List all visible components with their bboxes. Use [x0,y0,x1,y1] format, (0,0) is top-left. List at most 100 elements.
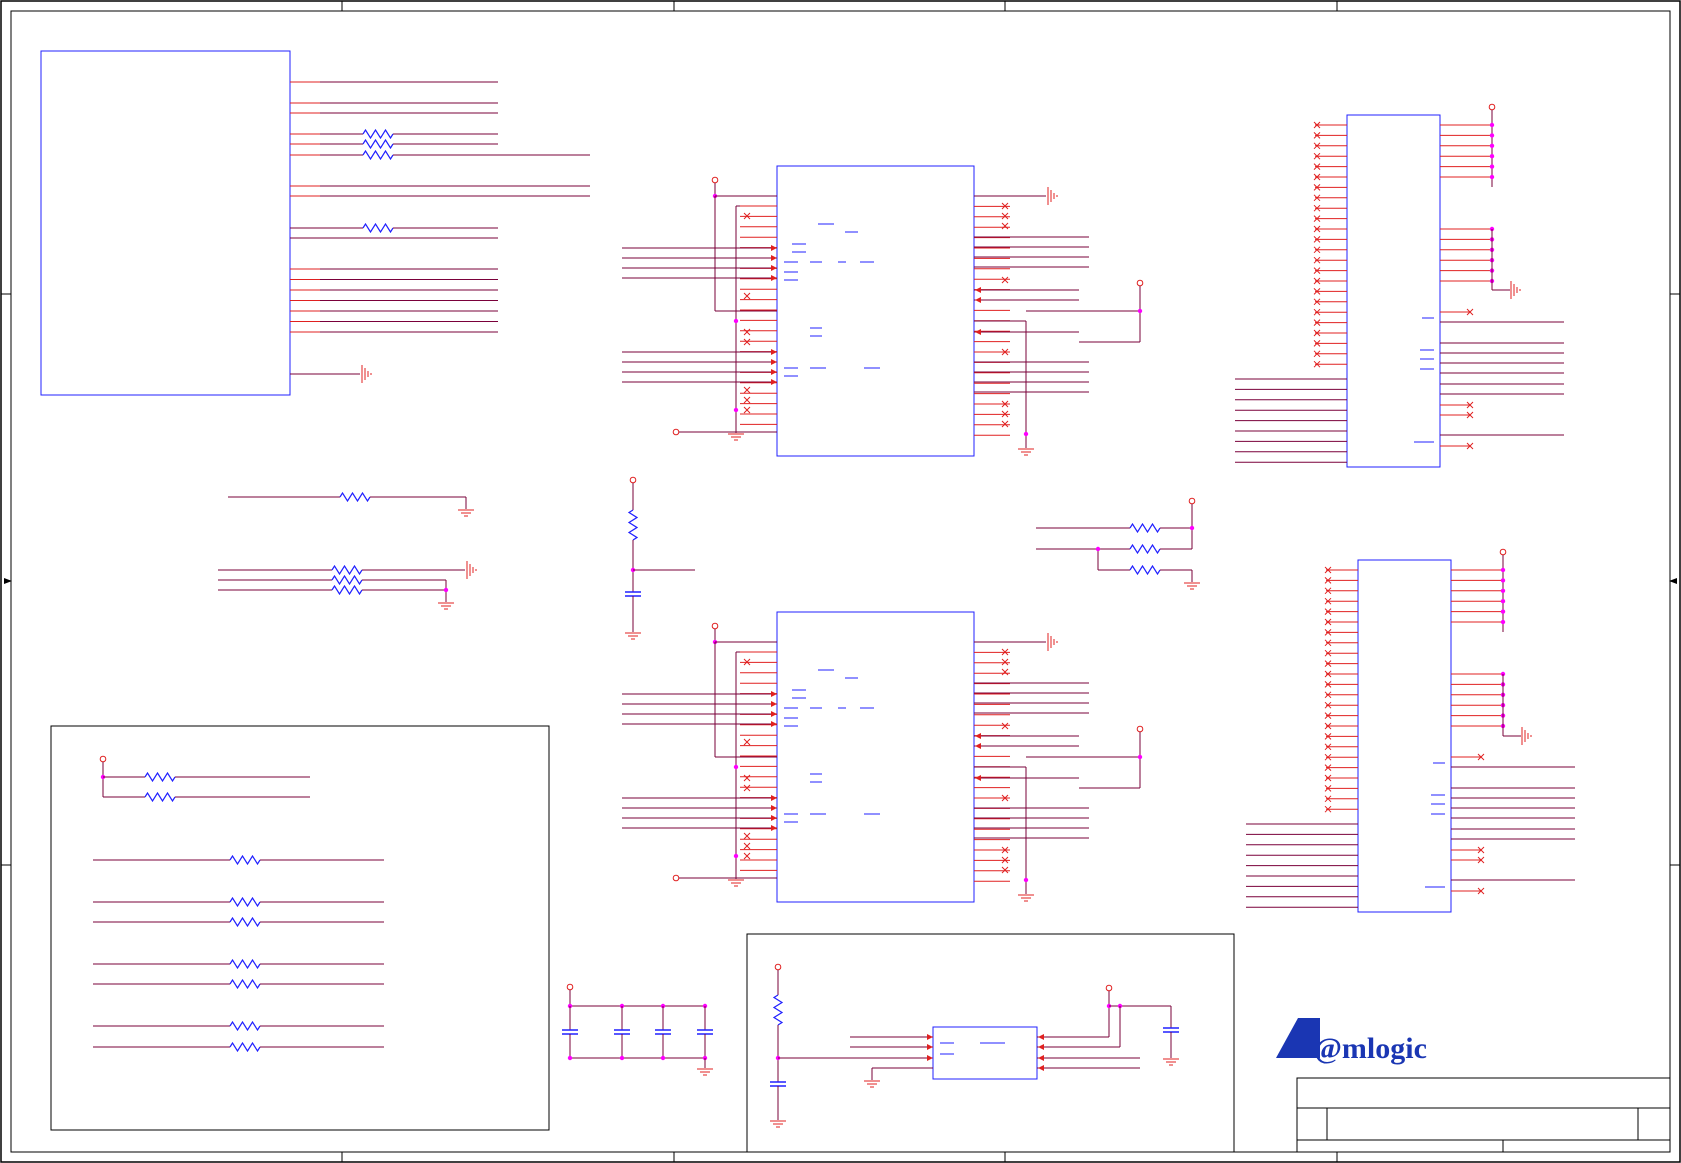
chassis-ground-icon [466,561,477,579]
resistor-icon [144,771,176,783]
input-arrow-icon [771,691,777,697]
junction-dot [1500,578,1506,583]
connector-right-upper [1235,103,1564,468]
chip-body [776,165,975,457]
no-connect-icon [743,738,751,746]
schematic-sheet: @mlogic [0,0,1681,1163]
junction-dot [733,764,739,770]
input-arrow-icon [771,795,777,801]
connector-right-lower [1246,548,1575,913]
ic-chip-upper [622,165,1144,457]
power-port-icon [1136,279,1144,287]
power-port-icon [1136,725,1144,733]
company-logo: @mlogic [1314,1032,1427,1065]
input-arrow-icon [771,825,777,831]
resistor-icon [331,574,363,586]
no-connect-icon [743,842,751,850]
resistor-icon [339,491,371,503]
no-connect-icon [1001,722,1009,730]
no-connect-icon [743,338,751,346]
no-connect-icon [1001,222,1009,230]
resistor-icon [1129,522,1161,534]
resistor-icon [229,958,261,970]
no-connect-icon [743,832,751,840]
junction-dot [1095,546,1101,552]
junction-dot [1489,122,1495,128]
input-arrow-icon [771,379,777,385]
junction-dot [1489,143,1495,148]
power-port-icon [566,983,574,991]
junction-dot [660,1055,666,1061]
input-arrow-icon [771,255,777,261]
no-connect-icon [743,292,751,300]
no-connect-icon [1001,658,1009,666]
power-port-icon [1488,103,1496,111]
input-arrow-icon [975,743,981,749]
ground-icon [1018,448,1034,456]
no-connect-icon [743,328,751,336]
no-connect-icon [743,406,751,414]
resistor-icon [229,916,261,928]
input-arrow-icon [975,775,981,781]
connector-block-top-left [40,50,590,396]
chip-body [776,611,975,903]
pull-resistor-group-right [1036,497,1200,590]
input-arrow-icon [771,701,777,707]
sheet-border [0,0,1681,1163]
junction-dot [733,318,739,324]
power-port-icon [711,622,719,630]
junction-dot [1189,525,1195,531]
chassis-ground-icon [1510,281,1521,299]
junction-dot [1489,133,1495,138]
resistor-icon [331,584,363,596]
power-port-icon [774,963,782,971]
decoupling-capacitors [562,983,713,1076]
pull-resistor-group-left [218,491,477,610]
input-arrow-icon [771,359,777,365]
chassis-ground-icon [1047,633,1058,651]
input-arrow-icon [771,369,777,375]
input-arrow-icon [771,275,777,281]
junction-dot [619,1055,625,1061]
ground-icon [625,632,641,640]
input-arrow-icon [771,815,777,821]
junction-dot [1489,154,1495,159]
input-arrow-icon [975,733,981,739]
resistor-icon [362,149,394,161]
resistor-icon [1129,564,1161,576]
ground-icon [697,1068,713,1076]
title-block: @mlogic [1276,1018,1671,1153]
junction-dot [1489,164,1495,169]
input-arrow-icon [771,349,777,355]
no-connect-icon [1001,420,1009,428]
input-arrow-icon [1038,1055,1044,1061]
section-frame [50,725,550,1131]
no-connect-icon [743,774,751,782]
input-arrow-icon [1038,1044,1044,1050]
no-connect-icon [743,852,751,860]
connector-body [1346,114,1441,468]
power-port-icon [672,874,680,882]
power-port-icon [1188,497,1196,505]
input-arrow-icon [927,1034,933,1040]
resistor-icon [229,896,261,908]
resistor-icon [362,138,394,150]
boxed-circuit-bottom-center [746,933,1235,1153]
input-arrow-icon [975,297,981,303]
capacitor-icon [770,1081,786,1087]
no-connect-icon [1001,668,1009,676]
junction-dot [567,1055,573,1061]
resistor-icon [772,994,784,1026]
chassis-ground-icon [1047,187,1058,205]
input-arrow-icon [927,1055,933,1061]
junction-dot [1500,588,1506,593]
power-port-icon [99,755,107,763]
resistor-icon [229,978,261,990]
logic-ic-body [932,1026,1038,1080]
ground-icon [770,1120,786,1128]
power-port-icon [1499,548,1507,556]
ground-icon [458,509,474,517]
junction-dot [1137,308,1143,314]
power-port-icon [629,476,637,484]
ground-icon [864,1080,880,1088]
